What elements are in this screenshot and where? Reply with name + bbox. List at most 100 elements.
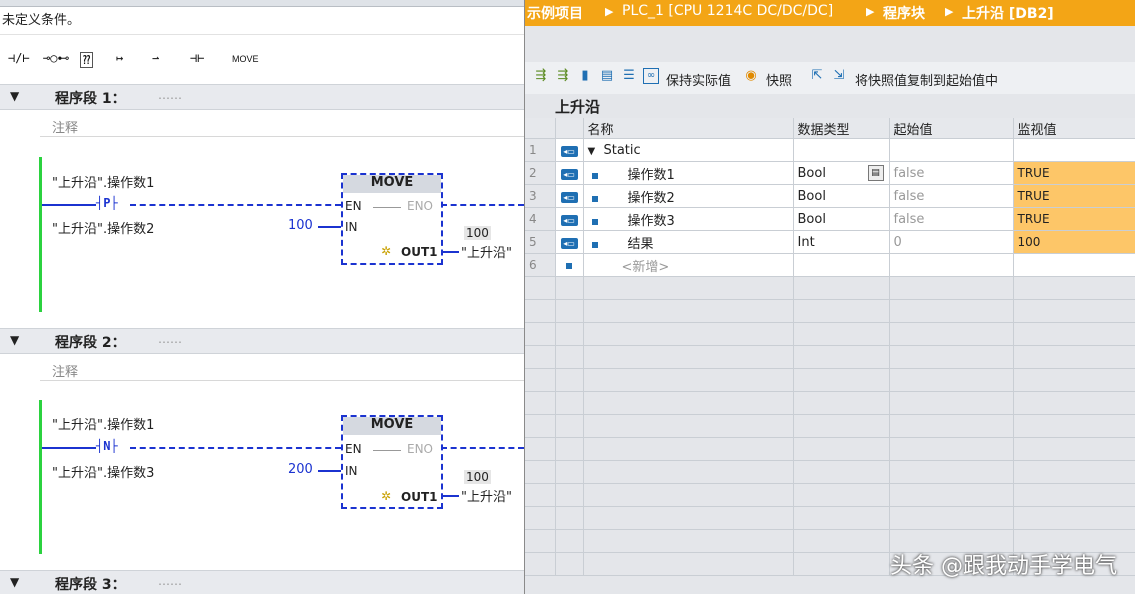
interface-icon: ◂▭ [560, 214, 578, 226]
collapse-triangle-icon[interactable]: ▼ [10, 89, 19, 103]
coil-icon[interactable]: ⊸○⊷ [43, 51, 69, 69]
row-name[interactable]: 操作数2 [628, 191, 675, 206]
network-1-wire-in [318, 226, 342, 228]
add-new-row[interactable]: <新增> [583, 253, 794, 277]
move-instruction-button[interactable]: MOVE [232, 54, 259, 72]
keep-actual-values-button[interactable]: 保持实际值 [666, 70, 731, 89]
network-2-en-pin: EN [345, 442, 362, 456]
row-start[interactable]: false [889, 207, 1014, 231]
network-2-header[interactable]: ▼ 程序段 2： …… [0, 328, 524, 354]
ladder-instruction-toolbar [0, 34, 524, 85]
copy-snapshot-icon[interactable]: ⇱ [809, 68, 825, 84]
p-edge-contact[interactable]: ┤P├ [96, 196, 118, 210]
row-monitor: TRUE [1013, 161, 1135, 185]
breadcrumb-db[interactable]: 上升沿 [DB2] [962, 3, 1054, 23]
network-2-move-block-title: MOVE [343, 417, 441, 435]
network-2-in-pin: IN [345, 464, 358, 478]
row-type[interactable]: Bool [793, 184, 890, 208]
row-start[interactable] [889, 138, 1014, 162]
network-2-out-operand[interactable]: "上升沿" [461, 486, 512, 505]
network-2-edge-memory-operand[interactable]: "上升沿".操作数3 [52, 462, 154, 481]
table-header-row: 名称 数据类型 起始值 监视值 [525, 118, 1135, 139]
row-start[interactable]: false [889, 161, 1014, 185]
row-name[interactable]: 结果 [628, 237, 654, 252]
table-row[interactable]: 2 ◂▭ 操作数1 Bool ▤ false TRUE [525, 161, 1135, 185]
db-toolbar [525, 62, 1135, 94]
collapse-icon[interactable]: ▤ [599, 68, 615, 84]
row-start[interactable]: 0 [889, 230, 1014, 254]
member-icon [591, 172, 598, 179]
network-2-move-block[interactable]: MOVE EN ENO IN ✲ OUT1 [341, 415, 443, 509]
copy-snapshot-to-start-button[interactable]: 将快照值复制到起始值中 [855, 70, 998, 89]
row-type[interactable] [793, 138, 890, 162]
network-1-comment-text: 注释 [52, 121, 79, 136]
row-name[interactable]: 操作数3 [628, 214, 675, 229]
network-1-move-block[interactable]: MOVE EN ENO IN ✲ OUT1 [341, 173, 443, 265]
insert-row-icon[interactable]: ⇶ [533, 68, 549, 84]
row-monitor: TRUE [1013, 207, 1135, 231]
network-1-contact-operand[interactable]: "上升沿".操作数1 [52, 172, 154, 191]
list-icon[interactable]: ☰ [621, 68, 637, 84]
normally-closed-contact-icon[interactable]: ⊣/⊢ [8, 51, 30, 69]
row-number: 6 [525, 253, 556, 277]
n-edge-contact[interactable]: ┤N├ [96, 439, 118, 453]
pane-top-strip [0, 0, 524, 7]
copy-start-icon[interactable]: ⇲ [831, 68, 847, 84]
network-2-comment[interactable]: 注释 [40, 358, 524, 381]
breadcrumb-plc[interactable]: PLC_1 [CPU 1214C DC/DC/DC] [622, 3, 833, 19]
row-type[interactable]: Bool [793, 207, 890, 231]
type-picker-icon[interactable]: ▤ [867, 165, 884, 181]
row-type[interactable]: Bool [798, 166, 826, 181]
row-start[interactable] [889, 253, 1014, 277]
network-2-in-value[interactable]: 200 [288, 462, 313, 477]
table-row[interactable]: 4 ◂▭ 操作数3 Bool false TRUE [525, 207, 1135, 231]
network-2-wire-en [130, 447, 341, 449]
network-3-title: 程序段 3： [55, 577, 126, 593]
expand-triangle-icon[interactable]: ▼ [588, 146, 596, 157]
row-type[interactable]: Int [793, 230, 890, 254]
snapshot-icon[interactable]: ◉ [743, 68, 759, 84]
row-start[interactable]: false [889, 184, 1014, 208]
collapse-triangle-icon[interactable]: ▼ [10, 575, 19, 589]
network-2-star-icon: ✲ [381, 489, 392, 503]
network-1-wire-eno [441, 204, 524, 206]
breadcrumb-project[interactable]: 示例项目 [527, 3, 583, 23]
empty-box-icon[interactable]: ⁇ [80, 52, 94, 68]
network-2-wire-eno [441, 447, 524, 449]
table-row[interactable]: 1 ◂▭ ▼ Static [525, 138, 1135, 162]
monitor-glasses-icon[interactable]: ∞ [643, 68, 659, 84]
snapshot-button[interactable]: 快照 [766, 70, 792, 89]
add-row-icon[interactable]: ⇶ [555, 68, 571, 84]
table-row[interactable]: 3 ◂▭ 操作数2 Bool false TRUE [525, 184, 1135, 208]
network-1-out-operand[interactable]: "上升沿" [461, 242, 512, 261]
collapse-triangle-icon[interactable]: ▼ [10, 333, 19, 347]
row-name[interactable]: 操作数1 [628, 168, 675, 183]
network-3-title-placeholder: …… [158, 574, 182, 588]
column-monitor[interactable]: 监视值 [1013, 118, 1135, 139]
table-row[interactable]: 5 ◂▭ 结果 Int 0 100 [525, 230, 1135, 254]
network-1-edge-memory-operand[interactable]: "上升沿".操作数2 [52, 218, 154, 237]
network-1-out-pin: OUT1 [401, 245, 438, 259]
condition-status-text: 未定义条件。 [2, 13, 81, 28]
network-1-wire-en [130, 204, 341, 206]
row-name[interactable]: Static [603, 143, 640, 158]
table-row-add-new[interactable]: 6 <新增> [525, 253, 1135, 277]
column-start[interactable]: 起始值 [889, 118, 1014, 139]
network-1-title-placeholder: …… [158, 88, 182, 102]
open-branch-icon[interactable]: ↦ [116, 51, 123, 69]
network-1-header[interactable]: ▼ 程序段 1： …… [0, 84, 524, 110]
expand-icon[interactable]: ▮ [577, 68, 593, 84]
network-1-in-value[interactable]: 100 [288, 218, 313, 233]
watermark-text: 头条 @跟我动手学电气 [890, 554, 1117, 579]
close-branch-icon[interactable]: ⇀ [152, 51, 159, 69]
breadcrumb-program-blocks[interactable]: 程序块 [883, 3, 925, 23]
network-3-header[interactable]: ▼ 程序段 3： …… [0, 570, 524, 594]
column-type[interactable]: 数据类型 [793, 118, 890, 139]
network-2-contact-operand[interactable]: "上升沿".操作数1 [52, 414, 154, 433]
row-type[interactable] [793, 253, 890, 277]
ladder-editor-pane: 未定义条件。 ⊣/⊢ ⊸○⊷ ⁇ ↦ ⇀ ⊣⊢ MOVE ▼ 程序段 1： ……… [0, 0, 525, 594]
normally-open-contact-icon[interactable]: ⊣⊢ [190, 51, 204, 69]
network-1-power-rail [39, 157, 42, 312]
column-name[interactable]: 名称 [583, 118, 794, 139]
network-1-comment[interactable]: 注释 [40, 114, 524, 137]
